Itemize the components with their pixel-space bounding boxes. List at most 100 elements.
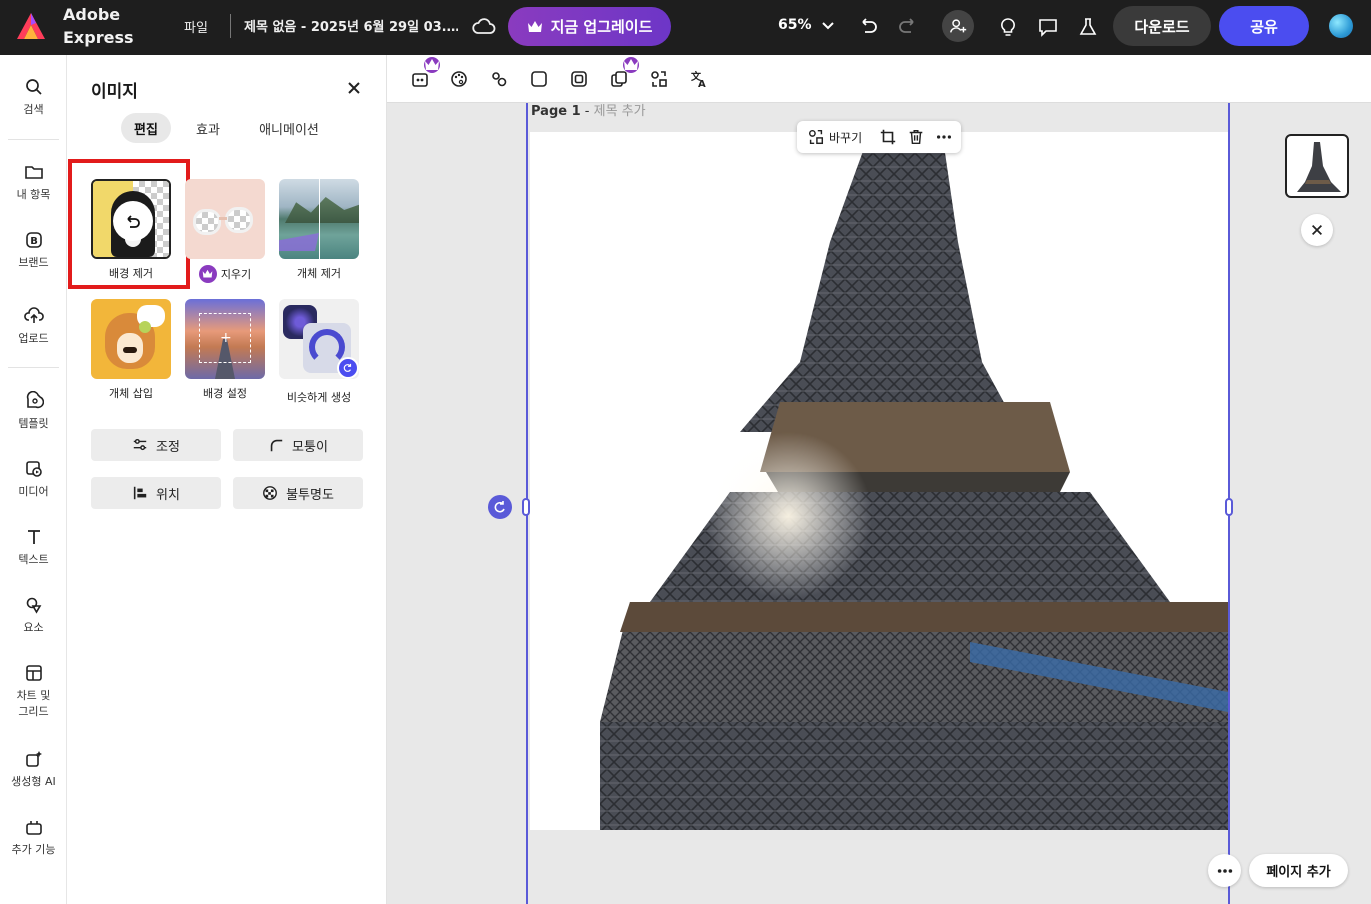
- rail-item-elements[interactable]: 요소: [0, 595, 67, 635]
- tool-remove-object[interactable]: 개체 제거: [279, 179, 359, 281]
- document-title[interactable]: 제목 없음 - 2025년 6월 29일 03.…: [244, 16, 458, 35]
- remove-background-tool-icon[interactable]: [408, 57, 440, 91]
- download-button[interactable]: 다운로드: [1113, 6, 1211, 46]
- palette-icon[interactable]: [447, 67, 471, 91]
- rail-label: 미디어: [18, 485, 49, 498]
- image-panel: 이미지 편집 효과 애니메이션 배경 제거 지우기 개체 제거 개체 삽입 + …: [67, 55, 387, 904]
- top-bar: Adobe Express 파일 제목 없음 - 2025년 6월 29일 03…: [0, 0, 1371, 55]
- rotate-icon[interactable]: [488, 495, 512, 519]
- comment-icon[interactable]: [1034, 13, 1062, 41]
- tab-effects[interactable]: 효과: [185, 113, 231, 143]
- rail-label: 내 항목: [16, 188, 51, 201]
- rail-item-templates[interactable]: 템플릿: [0, 391, 67, 431]
- template-icon: [26, 391, 44, 409]
- share-button[interactable]: 공유: [1219, 6, 1309, 46]
- upgrade-label: 지금 업그레이드: [550, 18, 653, 36]
- shape-morph-icon[interactable]: [487, 67, 511, 91]
- rail-label: 차트 및: [16, 689, 51, 702]
- replace-button[interactable]: 바꾸기: [807, 127, 862, 147]
- rail-label: 텍스트: [18, 553, 49, 566]
- selection-frame: [526, 103, 1230, 904]
- rail-label: 그리드: [18, 705, 49, 718]
- divider: [8, 139, 59, 140]
- tool-generate-similar[interactable]: 비슷하게 생성: [279, 299, 359, 405]
- tab-animation[interactable]: 애니메이션: [247, 113, 331, 143]
- rail-item-text[interactable]: 텍스트: [0, 527, 67, 567]
- rail-item-addons[interactable]: 추가 기능: [0, 817, 67, 857]
- crown-icon: [424, 57, 440, 73]
- addons-icon: [25, 821, 42, 835]
- close-icon[interactable]: [1301, 214, 1333, 246]
- resize-handle-right[interactable]: [1225, 498, 1233, 516]
- tool-label: 배경 설정: [203, 387, 247, 400]
- redo-icon[interactable]: [894, 13, 922, 41]
- crown-icon: [623, 57, 639, 73]
- crown-icon: [527, 20, 542, 32]
- tool-set-background[interactable]: + 배경 설정: [185, 299, 265, 401]
- zoom-level[interactable]: 65%: [778, 17, 812, 33]
- tool-insert-object[interactable]: 개체 삽입: [91, 299, 171, 401]
- avatar[interactable]: [1329, 14, 1353, 38]
- opacity-button[interactable]: 불투명도: [233, 477, 363, 509]
- rail-item-upload[interactable]: 업로드: [0, 306, 67, 346]
- upgrade-button[interactable]: 지금 업그레이드: [508, 7, 671, 46]
- tool-label: 지우기: [220, 268, 252, 281]
- adjust-button[interactable]: 조정: [91, 429, 221, 461]
- opacity-icon: [263, 486, 278, 500]
- rail-label: 추가 기능: [11, 843, 56, 856]
- tool-label: 개체 삽입: [109, 387, 153, 400]
- insert-object-thumbnail: [91, 299, 171, 379]
- resize-handle-left[interactable]: [522, 498, 530, 516]
- generate-similar-thumbnail: [279, 299, 359, 379]
- lightbulb-icon[interactable]: [994, 13, 1022, 41]
- more-options-icon[interactable]: [935, 127, 953, 147]
- crop-icon[interactable]: [879, 127, 897, 147]
- cloud-sync-icon[interactable]: [472, 15, 496, 37]
- rail-item-my-items[interactable]: 내 항목: [0, 162, 67, 202]
- close-icon[interactable]: [343, 77, 365, 99]
- adobe-express-logo-icon[interactable]: [16, 12, 46, 40]
- panel-title: 이미지: [91, 82, 138, 102]
- page-thumbnail-image: [1297, 142, 1341, 192]
- border-icon[interactable]: [527, 67, 551, 91]
- more-options-icon[interactable]: [1208, 854, 1241, 887]
- folder-icon: [24, 166, 43, 179]
- adjust-label: 조정: [156, 439, 180, 455]
- invite-person-icon[interactable]: [942, 10, 974, 42]
- flask-icon[interactable]: [1074, 13, 1102, 41]
- tab-edit[interactable]: 편집: [121, 113, 171, 143]
- tool-erase[interactable]: 지우기: [185, 179, 265, 283]
- text-icon: [27, 530, 40, 544]
- rail-item-media[interactable]: 미디어: [0, 459, 67, 499]
- rail-label: 생성형 AI: [11, 775, 56, 788]
- grid-icon: [25, 665, 42, 681]
- rail-label: 요소: [23, 621, 44, 634]
- chevron-down-icon[interactable]: [820, 17, 836, 33]
- replace-icon[interactable]: [647, 67, 671, 91]
- align-left-icon: [133, 486, 147, 500]
- add-page-button[interactable]: 페이지 추가: [1249, 854, 1348, 887]
- corner-label: 모퉁이: [292, 439, 328, 455]
- page-thumbnail[interactable]: [1285, 134, 1349, 198]
- brand-icon: B: [25, 232, 42, 248]
- media-icon: [25, 461, 42, 477]
- rail-item-search[interactable]: 검색: [0, 77, 67, 117]
- rail-item-charts-grid[interactable]: 차트 및 그리드: [0, 663, 67, 719]
- position-button[interactable]: 위치: [91, 477, 221, 509]
- translate-icon[interactable]: 文A: [687, 67, 711, 91]
- set-background-thumbnail: +: [185, 299, 265, 379]
- ai-icon: [25, 751, 42, 767]
- rail-label: 업로드: [18, 332, 49, 345]
- rail-item-brand[interactable]: B 브랜드: [0, 230, 67, 270]
- undo-icon[interactable]: [854, 13, 882, 41]
- elements-icon: [26, 597, 41, 614]
- rail-item-generative-ai[interactable]: 생성형 AI: [0, 749, 67, 789]
- svg-text:A: A: [698, 79, 706, 89]
- trash-icon[interactable]: [907, 127, 925, 147]
- layers-icon[interactable]: [607, 57, 639, 91]
- position-label: 위치: [156, 487, 180, 503]
- corner-button[interactable]: 모퉁이: [233, 429, 363, 461]
- mask-icon[interactable]: [567, 67, 591, 91]
- brand-name: Adobe Express: [63, 5, 134, 47]
- file-menu[interactable]: 파일: [184, 17, 208, 36]
